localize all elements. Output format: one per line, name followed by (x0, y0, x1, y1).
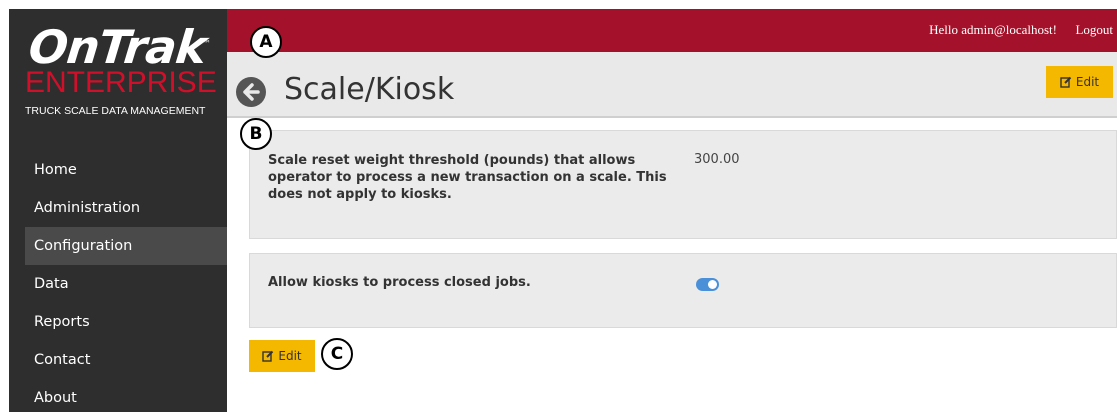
sidebar-item-administration[interactable]: Administration (25, 189, 227, 227)
logo-tagline: TRUCK SCALE DATA MANAGEMENT (25, 105, 206, 117)
sidebar-item-reports[interactable]: Reports (25, 303, 227, 341)
app-window: OnTrak ™ ENTERPRISE TRUCK SCALE DATA MAN… (9, 9, 1117, 412)
edit-icon (1060, 76, 1072, 88)
edit-icon (262, 350, 274, 362)
callout-marker-b: B (240, 118, 272, 150)
callout-marker-c: C (321, 338, 353, 370)
edit-button-label: Edit (278, 349, 302, 363)
arrow-left-circle-icon (243, 83, 260, 101)
user-greeting: Hello admin@localhost! (929, 22, 1057, 37)
closed-jobs-toggle[interactable] (696, 278, 719, 291)
logo: OnTrak ™ ENTERPRISE TRUCK SCALE DATA MAN… (25, 20, 225, 133)
logo-trademark: ™ (203, 39, 211, 48)
back-button[interactable] (236, 77, 266, 107)
callout-marker-a: A (250, 26, 282, 58)
setting-value: 300.00 (694, 152, 740, 167)
sidebar-item-contact[interactable]: Contact (25, 341, 227, 379)
setting-label: Allow kiosks to process closed jobs. (268, 275, 531, 290)
edit-button-top[interactable]: Edit (1046, 66, 1113, 98)
setting-panel-closed-jobs: Allow kiosks to process closed jobs. (249, 253, 1117, 328)
edit-button-label: Edit (1075, 75, 1100, 89)
toggle-knob (708, 280, 717, 289)
setting-label: Scale reset weight threshold (pounds) th… (268, 153, 667, 202)
sidebar-item-about[interactable]: About (25, 379, 227, 412)
page-header: Scale/Kiosk Edit (227, 52, 1117, 118)
page-title: Scale/Kiosk (284, 72, 455, 107)
logo-wordmark: OnTrak (26, 20, 209, 74)
sidebar: OnTrak ™ ENTERPRISE TRUCK SCALE DATA MAN… (9, 9, 227, 412)
sidebar-item-data[interactable]: Data (25, 265, 227, 303)
sidebar-item-configuration[interactable]: Configuration (25, 227, 227, 265)
setting-panel-threshold: Scale reset weight threshold (pounds) th… (249, 130, 1117, 239)
sidebar-item-home[interactable]: Home (25, 151, 227, 189)
main-content: Hello admin@localhost! Logout Scale/Kios… (227, 9, 1117, 412)
sidebar-nav: Home Administration Configuration Data R… (25, 151, 227, 412)
logout-link[interactable]: Logout (1075, 22, 1113, 38)
edit-button-bottom[interactable]: Edit (249, 340, 315, 372)
top-bar: Hello admin@localhost! Logout (227, 9, 1117, 52)
logo-subtitle: ENTERPRISE (25, 66, 217, 99)
